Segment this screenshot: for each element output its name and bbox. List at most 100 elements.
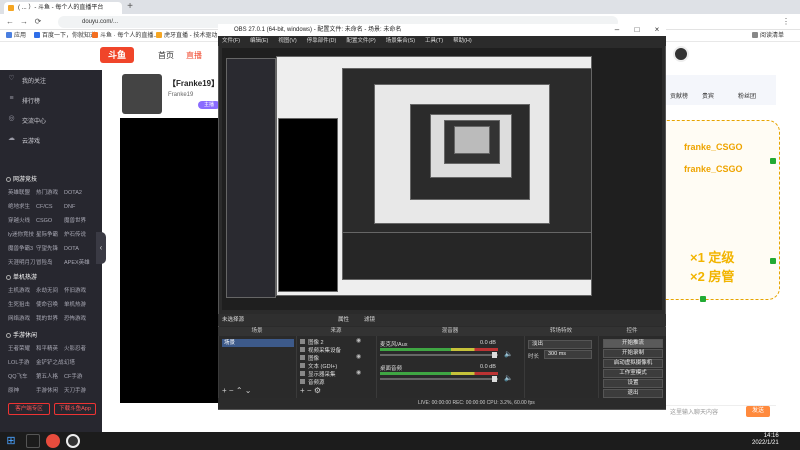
remove-icon[interactable]: − [229,386,234,395]
game-link[interactable]: 使命召唤 [36,300,64,308]
game-link[interactable]: 天刀手游 [64,386,92,394]
eye-icon[interactable]: ◉ [356,353,361,360]
sidebar-item-cloudgame[interactable]: 云游戏 [22,136,40,145]
download-app-button[interactable]: 下载斗鱼App [54,403,96,415]
back-icon[interactable]: ← [4,16,16,28]
forward-icon[interactable]: → [18,16,30,28]
game-link[interactable]: CSGO [36,218,64,224]
game-link[interactable]: 恐怖游戏 [64,314,92,322]
eye-icon[interactable]: ◉ [356,337,361,344]
game-link[interactable]: 金铲铲之战 [36,358,64,366]
browser-menu-icon[interactable]: ⋮ [780,16,792,28]
menu-view[interactable]: 视图(V) [278,38,296,44]
windows-start-icon[interactable]: ⊞ [4,434,18,448]
game-link[interactable]: 王者荣耀 [8,344,36,352]
game-link[interactable]: 主机游戏 [8,286,36,294]
send-button[interactable]: 发送 [746,406,770,417]
game-link[interactable]: 原神 [8,386,36,394]
duration-input[interactable]: 300 ms [544,350,592,359]
source-item[interactable]: 图像 2 [300,338,324,346]
game-link[interactable]: 网络游戏 [8,314,36,322]
speaker-icon[interactable]: 🔈 [504,374,513,382]
selection-handle[interactable] [770,258,776,264]
game-link[interactable]: CF/CS [36,204,64,210]
sidebar-collapse-handle[interactable]: ‹ [96,232,106,264]
down-icon[interactable]: ⌄ [245,386,252,395]
eye-icon[interactable]: ◉ [356,369,361,376]
site-logo[interactable]: 斗鱼 [100,47,134,63]
game-link[interactable]: 魔兽争霸3 [8,244,36,252]
client-zone-button[interactable]: 客户端专区 [8,403,50,415]
game-link[interactable]: 星际争霸 [36,230,64,238]
game-link[interactable]: LOL手游 [8,358,36,366]
properties-tab[interactable]: 属性 [338,314,349,326]
selection-handle[interactable] [700,296,706,302]
bookmark-huya[interactable]: 虎牙直播 - 技术驱动... [156,30,222,42]
source-item[interactable]: 文本 (GDI+) [300,362,337,370]
tab-fanclub[interactable]: 粉丝团 [738,91,756,100]
volume-slider[interactable] [380,376,498,382]
game-link[interactable]: 穿越火线 [8,216,36,224]
game-link[interactable]: 天涯明月刀 [8,258,36,266]
game-link[interactable]: 火影忍者 [64,344,92,352]
studio-mode-button[interactable]: 工作室模式 [603,369,663,378]
virtual-camera-button[interactable]: 启动虚拟摄像机 [603,359,663,368]
speaker-icon[interactable]: 🔈 [504,350,513,358]
system-clock[interactable]: 14:16 2022/1/21 [752,433,779,447]
menu-tools[interactable]: 工具(T) [425,38,443,44]
game-link[interactable]: DNF [64,204,92,210]
streamer-name[interactable]: Franke19 [168,92,193,98]
game-link[interactable]: 怀旧游戏 [64,286,92,294]
avatar[interactable] [673,46,689,62]
game-link[interactable]: 绝地求生 [8,202,36,210]
reload-icon[interactable]: ⟳ [32,16,44,28]
sidebar-item-follow[interactable]: 我的关注 [22,76,46,85]
new-tab-button[interactable]: + [124,1,136,13]
chrome-icon[interactable] [46,434,60,448]
menu-file[interactable]: 文件(F) [222,38,240,44]
start-recording-button[interactable]: 开始录制 [603,349,663,358]
game-link[interactable]: 和平精英 [36,344,64,352]
gear-icon[interactable]: ⚙ [314,386,321,395]
bookmark-douyu[interactable]: 斗鱼 · 每个人的直播... [92,30,158,42]
sidebar-item-rank[interactable]: 排行榜 [22,96,40,105]
game-link[interactable]: 冒险岛 [36,258,64,266]
game-link[interactable]: 魔兽世界 [64,216,92,224]
game-link[interactable]: ly迷你竞技 [8,230,36,238]
bookmark-reading-list[interactable]: 阅读清单 [752,30,784,42]
tab-contribution[interactable]: 贡献榜 [670,91,688,100]
video-player[interactable] [120,118,218,403]
bookmark-apps[interactable]: 应用 [6,30,26,42]
game-link[interactable]: QQ飞车 [8,372,36,380]
source-item[interactable]: 音频源 [300,378,325,386]
menu-profile[interactable]: 配置文件(P) [346,38,375,44]
add-icon[interactable]: + [222,386,227,395]
game-link[interactable]: 单机热游 [64,300,92,308]
scene-item[interactable]: 场景 [222,339,294,347]
tab-vip[interactable]: 贵宾 [702,91,714,100]
source-item[interactable]: 显示器采集 [300,370,336,378]
bookmark-baidu[interactable]: 百度一下，你就知道 [34,30,96,42]
streamer-avatar[interactable] [122,74,162,114]
game-link[interactable]: 第五人格 [36,372,64,380]
filters-tab[interactable]: 滤镜 [364,314,375,326]
game-link[interactable]: 我的世界 [36,314,64,322]
selection-handle[interactable] [770,158,776,164]
game-link[interactable]: 手游休闲 [36,386,64,394]
game-link[interactable]: DOTA2 [64,190,92,196]
up-icon[interactable]: ⌃ [236,386,243,395]
minimize-icon[interactable]: – [610,24,624,36]
slider-handle[interactable] [492,352,497,358]
exit-button[interactable]: 退出 [603,389,663,398]
transition-select[interactable]: 淡出 [528,340,592,349]
volume-slider[interactable] [380,352,498,358]
source-item[interactable]: 视频采集设备 [300,346,341,354]
sidebar-item-community[interactable]: 交流中心 [22,116,46,125]
browser-tab[interactable]: ( ... ）- 斗鱼 - 每个人的直播平台 [4,2,122,14]
source-item[interactable]: 图像 [300,354,319,362]
menu-help[interactable]: 帮助(H) [453,38,472,44]
add-icon[interactable]: + [300,386,305,395]
maximize-icon[interactable]: □ [630,24,644,36]
game-link[interactable]: 永劫无间 [36,286,64,294]
nav-home[interactable]: 首页 [158,50,174,61]
